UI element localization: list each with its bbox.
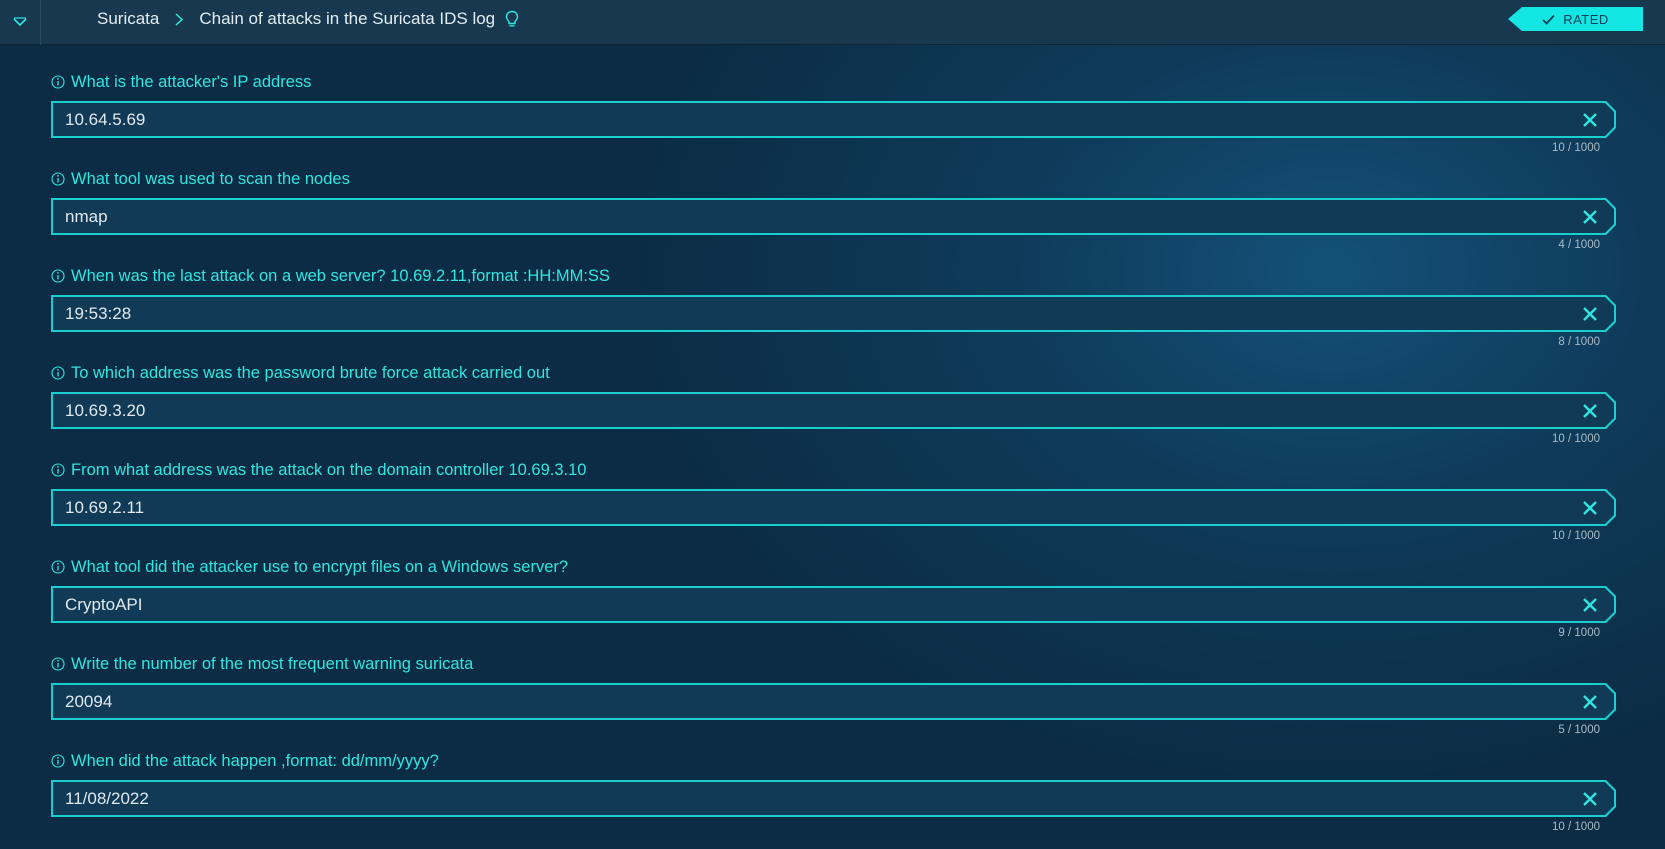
info-icon [51,463,65,477]
answer-input[interactable] [53,491,1553,524]
answer-input[interactable] [53,394,1553,427]
clear-icon[interactable] [1580,789,1600,809]
clear-icon[interactable] [1580,304,1600,324]
answer-input[interactable] [53,103,1553,136]
info-icon [51,366,65,380]
question-block: When did the attack happen ,format: dd/m… [51,750,1616,833]
answer-input[interactable] [53,588,1553,621]
question-block: What tool was used to scan the nodes 4 /… [51,168,1616,251]
question-label: What is the attacker's IP address [71,72,312,91]
char-counter: 5 / 1000 [1558,724,1600,736]
question-block: To which address was the password brute … [51,362,1616,445]
char-counter: 9 / 1000 [1558,627,1600,639]
question-label: When did the attack happen ,format: dd/m… [71,751,439,770]
char-counter: 8 / 1000 [1558,336,1600,348]
char-counter: 4 / 1000 [1558,239,1600,251]
question-label: To which address was the password brute … [71,363,550,382]
info-icon [51,172,65,186]
question-label: From what address was the attack on the … [71,460,587,479]
clear-icon[interactable] [1580,595,1600,615]
breadcrumb-root-link[interactable]: Suricata [97,9,159,29]
breadcrumb-current: Chain of attacks in the Suricata IDS log [199,9,496,28]
char-counter: 10 / 1000 [1552,821,1600,833]
menu-toggle-button[interactable] [0,0,41,45]
info-icon [51,754,65,768]
top-bar: Suricata Chain of attacks in the Suricat… [0,0,1665,45]
chevron-right-icon [159,12,199,26]
question-block: What is the attacker's IP address 10 / 1… [51,71,1616,154]
question-block: When was the last attack on a web server… [51,265,1616,348]
checkmark-icon [1542,14,1555,25]
char-counter: 10 / 1000 [1552,142,1600,154]
info-icon [51,560,65,574]
chevron-down-icon [13,14,27,32]
question-block: From what address was the attack on the … [51,459,1616,542]
question-label: When was the last attack on a web server… [71,266,610,285]
clear-icon[interactable] [1580,110,1600,130]
question-label: What tool was used to scan the nodes [71,169,350,188]
char-counter: 10 / 1000 [1552,530,1600,542]
char-counter: 10 / 1000 [1552,433,1600,445]
answer-input[interactable] [53,685,1553,718]
question-label: Write the number of the most frequent wa… [71,654,474,673]
clear-icon[interactable] [1580,207,1600,227]
clear-icon[interactable] [1580,401,1600,421]
info-icon [51,657,65,671]
breadcrumb: Suricata Chain of attacks in the Suricat… [97,0,519,38]
rated-badge: RATED [1508,7,1643,31]
clear-icon[interactable] [1580,498,1600,518]
clear-icon[interactable] [1580,692,1600,712]
lightbulb-icon[interactable] [505,10,519,28]
answer-input[interactable] [53,200,1553,233]
answer-input[interactable] [53,297,1553,330]
question-block: What tool did the attacker use to encryp… [51,556,1616,639]
info-icon [51,75,65,89]
question-block: Write the number of the most frequent wa… [51,653,1616,736]
info-icon [51,269,65,283]
answer-input[interactable] [53,782,1553,815]
rated-label: RATED [1563,11,1609,27]
question-label: What tool did the attacker use to encryp… [71,557,569,576]
